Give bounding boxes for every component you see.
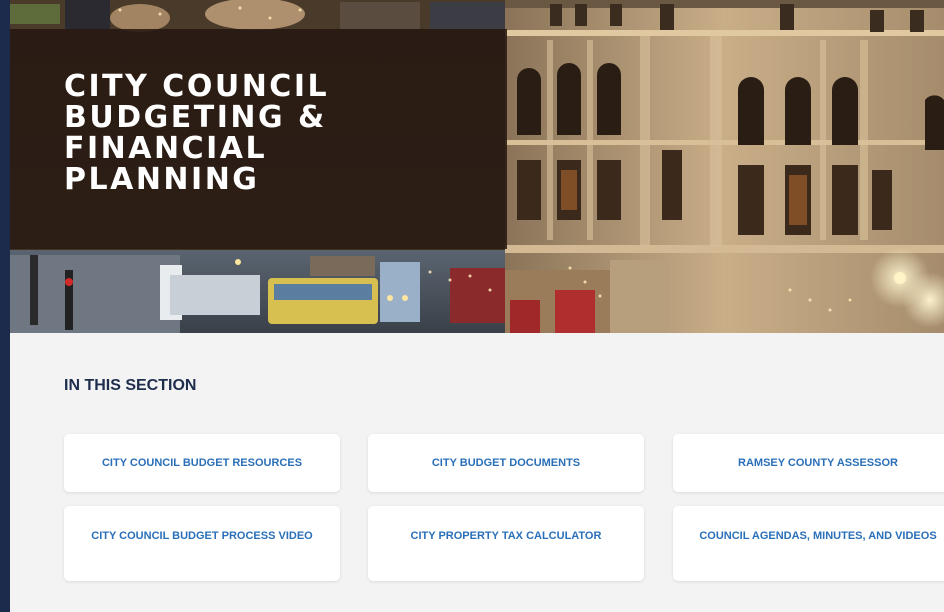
- hero-banner: CITY COUNCIL BUDGETING & FINANCIAL PLANN…: [10, 0, 944, 333]
- section-heading: IN THIS SECTION: [64, 377, 197, 394]
- link-ramsey-county-assessor[interactable]: RAMSEY COUNTY ASSESSOR: [673, 434, 944, 492]
- hero-title-box: CITY COUNCIL BUDGETING & FINANCIAL PLANN…: [10, 29, 507, 249]
- link-city-property-tax-calculator[interactable]: CITY PROPERTY TAX CALCULATOR: [368, 506, 644, 581]
- page: CITY COUNCIL BUDGETING & FINANCIAL PLANN…: [10, 0, 944, 612]
- link-city-council-budget-resources[interactable]: CITY COUNCIL BUDGET RESOURCES: [64, 434, 340, 492]
- link-city-budget-documents[interactable]: CITY BUDGET DOCUMENTS: [368, 434, 644, 492]
- left-rail: [0, 0, 10, 612]
- link-council-agendas-minutes-videos[interactable]: COUNCIL AGENDAS, MINUTES, AND VIDEOS: [673, 506, 944, 581]
- page-title: CITY COUNCIL BUDGETING & FINANCIAL PLANN…: [64, 69, 330, 197]
- link-city-council-budget-process-video[interactable]: CITY COUNCIL BUDGET PROCESS VIDEO: [64, 506, 340, 581]
